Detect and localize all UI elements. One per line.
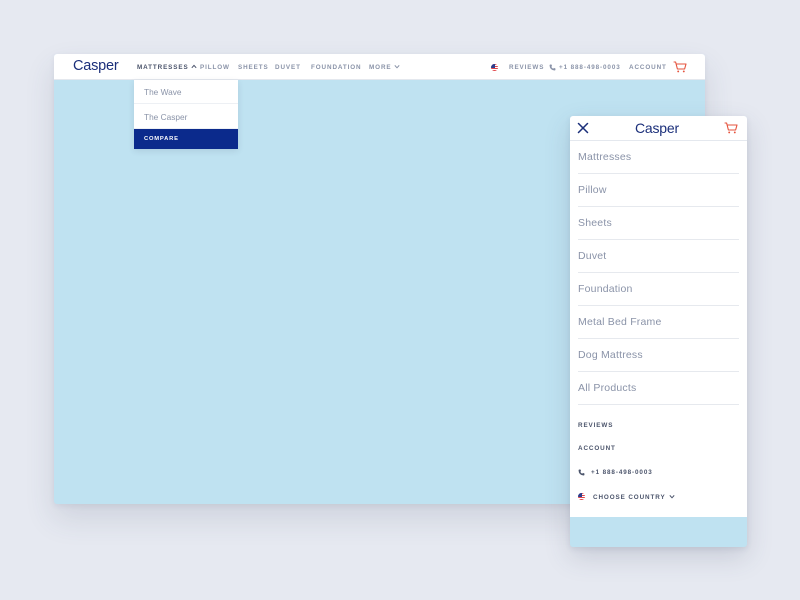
mobile-item-all-products[interactable]: All Products (578, 372, 739, 405)
casper-logo[interactable]: Casper (73, 58, 119, 74)
mobile-item-label: Dog Mattress (578, 349, 643, 361)
mobile-item-label: Metal Bed Frame (578, 316, 662, 328)
dropdown-item-label: The Wave (144, 87, 182, 97)
choose-country-label: CHOOSE COUNTRY (593, 494, 666, 501)
nav-pillow[interactable]: PILLOW (200, 64, 230, 71)
cart-icon[interactable] (724, 122, 738, 134)
mobile-item-pillow[interactable]: Pillow (578, 174, 739, 207)
dropdown-item-the-wave[interactable]: The Wave (134, 80, 238, 104)
nav-mattresses-label: MATTRESSES (137, 64, 189, 71)
mobile-item-label: Duvet (578, 250, 607, 262)
mobile-phone-link[interactable]: +1 888-498-0003 (591, 469, 653, 476)
us-flag-icon[interactable] (491, 64, 498, 71)
phone-icon (578, 469, 585, 476)
mattresses-dropdown: The Wave The Casper COMPARE (134, 80, 238, 149)
mobile-item-foundation[interactable]: Foundation (578, 273, 739, 306)
compare-label: COMPARE (144, 136, 179, 142)
nav-sheets[interactable]: SHEETS (238, 64, 269, 71)
nav-duvet[interactable]: DUVET (275, 64, 301, 71)
nav-phone[interactable]: +1 888-498-0003 (559, 64, 621, 71)
mobile-item-dog-mattress[interactable]: Dog Mattress (578, 339, 739, 372)
mobile-item-duvet[interactable]: Duvet (578, 240, 739, 273)
mobile-item-label: Foundation (578, 283, 633, 295)
nav-reviews[interactable]: REVIEWS (509, 64, 544, 71)
mobile-item-metal-bed-frame[interactable]: Metal Bed Frame (578, 306, 739, 339)
mobile-item-label: Mattresses (578, 151, 632, 163)
nav-more[interactable]: MORE (369, 64, 400, 71)
mobile-item-sheets[interactable]: Sheets (578, 207, 739, 240)
mobile-header: Casper (570, 116, 747, 141)
nav-more-label: MORE (369, 64, 392, 71)
phone-icon (549, 64, 556, 71)
mobile-panel: Casper Mattresses Pillow Sheets Duvet Fo… (570, 116, 747, 547)
compare-button[interactable]: COMPARE (134, 129, 238, 149)
dropdown-item-the-casper[interactable]: The Casper (134, 105, 238, 129)
nav-mattresses[interactable]: MATTRESSES (137, 64, 197, 71)
mobile-item-mattresses[interactable]: Mattresses (578, 141, 739, 174)
mobile-reviews-link[interactable]: REVIEWS (578, 422, 613, 429)
dropdown-item-label: The Casper (144, 112, 188, 122)
us-flag-icon (578, 493, 585, 500)
nav-account[interactable]: ACCOUNT (629, 64, 667, 71)
chevron-up-icon (191, 64, 197, 69)
mobile-item-label: All Products (578, 382, 637, 394)
cart-icon[interactable] (673, 61, 687, 73)
mobile-account-link[interactable]: ACCOUNT (578, 445, 616, 452)
mobile-item-label: Pillow (578, 184, 607, 196)
mobile-casper-logo[interactable]: Casper (635, 120, 679, 136)
mobile-menu: Casper Mattresses Pillow Sheets Duvet Fo… (570, 116, 747, 517)
nav-foundation[interactable]: FOUNDATION (311, 64, 362, 71)
top-navigation: Casper MATTRESSES PILLOW SHEETS DUVET FO… (54, 54, 705, 80)
mobile-item-label: Sheets (578, 217, 612, 229)
choose-country-button[interactable]: CHOOSE COUNTRY (593, 494, 675, 501)
close-icon[interactable] (577, 122, 589, 134)
chevron-down-icon (668, 495, 675, 499)
chevron-down-icon (393, 65, 400, 69)
